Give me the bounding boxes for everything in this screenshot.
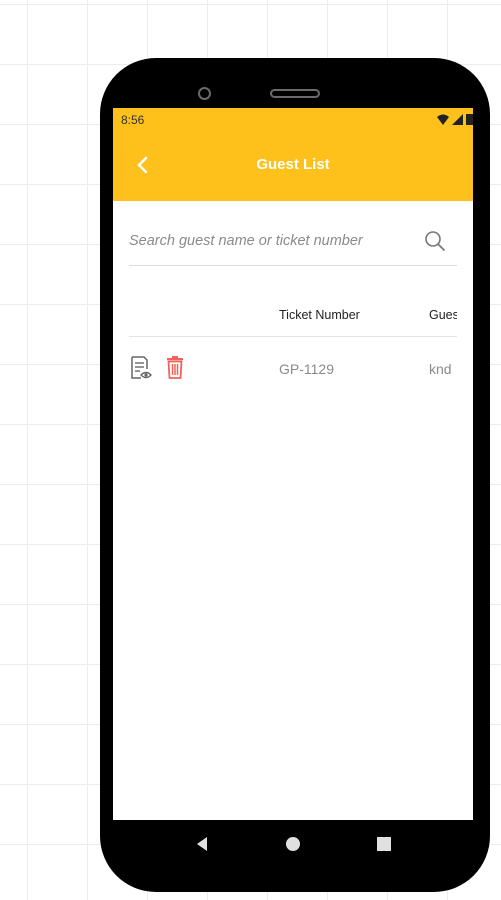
status-time: 8:56 — [121, 113, 145, 127]
search-input[interactable] — [129, 226, 419, 256]
table-header: Ticket Number Gues — [129, 303, 457, 337]
delete-icon[interactable] — [164, 355, 186, 379]
cell-ticket-number: GP-1129 — [279, 361, 334, 377]
phone-frame: 8:56 Guest List Ticket Number — [100, 58, 490, 892]
page-title: Guest List — [256, 156, 330, 173]
status-icons — [437, 113, 473, 125]
table-row: GP-1129 knd — [129, 350, 457, 390]
back-triangle-icon — [197, 837, 208, 851]
search-bar — [129, 226, 457, 266]
search-icon[interactable] — [423, 229, 447, 253]
recents-square-icon — [376, 837, 391, 851]
view-document-icon[interactable] — [129, 355, 153, 381]
cell-guest-name: knd — [429, 361, 452, 377]
app-bar: Guest List — [113, 131, 473, 201]
nav-home-button[interactable] — [281, 832, 305, 856]
column-header-guest: Gues — [429, 308, 457, 322]
android-nav-bar — [113, 820, 473, 868]
column-header-ticket-number: Ticket Number — [279, 308, 360, 322]
nav-recents-button[interactable] — [372, 832, 396, 856]
speaker — [270, 89, 320, 98]
signal-icon — [452, 113, 463, 125]
nav-back-button[interactable] — [190, 832, 214, 856]
status-bar: 8:56 — [113, 108, 473, 131]
battery-icon — [466, 114, 473, 125]
screen: 8:56 Guest List Ticket Number — [113, 108, 473, 820]
wifi-icon — [437, 114, 449, 125]
home-circle-icon — [285, 837, 300, 851]
camera — [198, 87, 211, 100]
